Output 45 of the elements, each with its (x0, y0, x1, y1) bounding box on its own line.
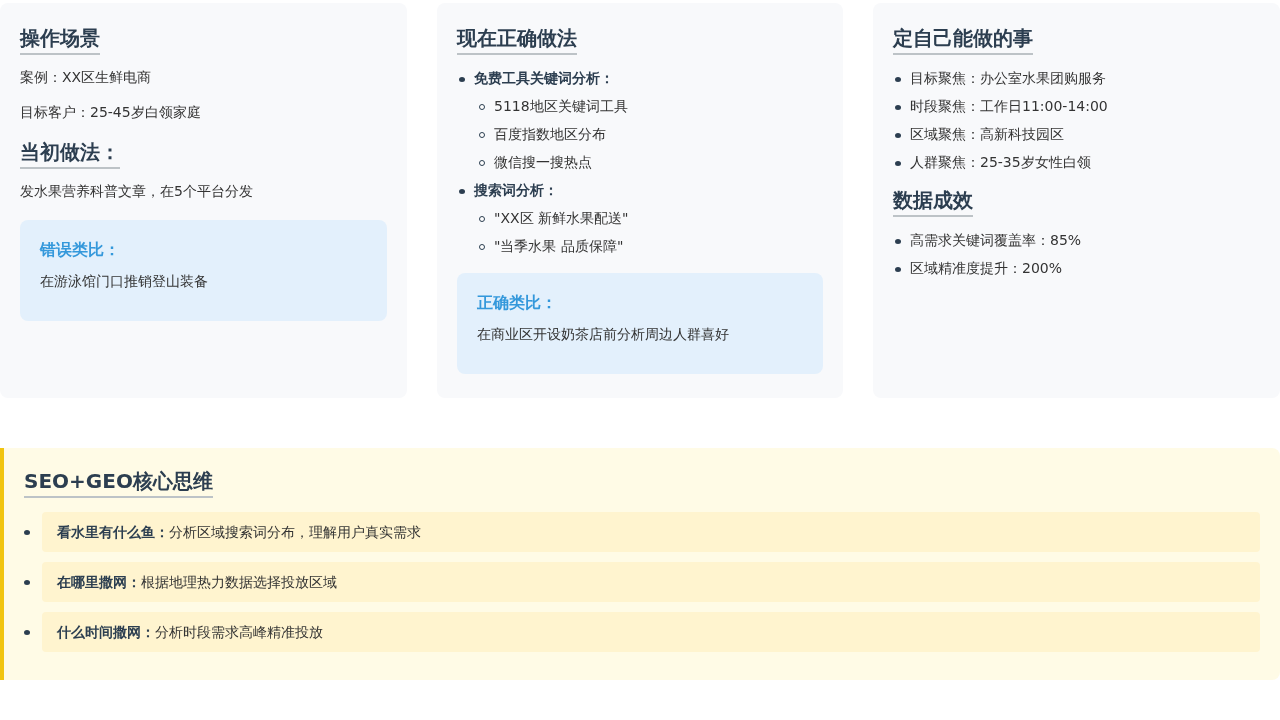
list-item: 人群聚焦：25-35岁女性白领 (910, 154, 1091, 172)
callout-text: 在游泳馆门口推销登山装备 (40, 273, 209, 291)
section-heading: 现在正确做法 (457, 25, 577, 55)
bullet-icon (479, 104, 485, 110)
bullet-icon (895, 76, 901, 82)
list-item: 区域聚焦：高新科技园区 (910, 126, 1064, 144)
list-item: 免费工具关键词分析： (474, 70, 614, 88)
bullet-icon (459, 188, 465, 194)
list-item: 5118地区关键词工具 (494, 98, 628, 116)
list-item: 区域精准度提升：200% (910, 260, 1063, 278)
principle-item: 在哪里撒网：根据地理热力数据选择投放区域 (42, 562, 1260, 602)
bullet-icon (479, 160, 485, 166)
section-heading: SEO+GEO核心思维 (24, 468, 213, 498)
principle-item: 什么时间撒网：分析时段需求高峰精准投放 (42, 612, 1260, 652)
paragraph: 目标客户：25-45岁白领家庭 (20, 104, 201, 121)
paragraph: 发水果营养科普文章，在5个平台分发 (20, 183, 253, 200)
bullet-icon (895, 266, 901, 272)
callout-title: 正确类比： (477, 293, 558, 314)
bullet-icon (479, 216, 485, 222)
principle-item: 看水里有什么鱼：分析区域搜索词分布，理解用户真实需求 (42, 512, 1260, 552)
bullet-icon (895, 160, 901, 166)
list-item: 百度指数地区分布 (494, 126, 606, 144)
bullet-icon (895, 132, 901, 138)
list-item: 目标聚焦：办公室水果团购服务 (910, 70, 1106, 88)
list-item: 搜索词分析： (474, 182, 558, 200)
list-item: "XX区 新鲜水果配送" (494, 210, 629, 228)
bullet-icon (479, 132, 485, 138)
list-item: "当季水果 品质保障" (494, 238, 624, 256)
section-heading: 定自己能做的事 (893, 25, 1033, 55)
callout-text: 在商业区开设奶茶店前分析周边人群喜好 (477, 326, 730, 344)
bullet-icon (459, 76, 465, 82)
list-item: 时段聚焦：工作日11:00-14:00 (910, 98, 1108, 116)
bullet-icon (24, 529, 30, 535)
list-item: 微信搜一搜热点 (494, 154, 592, 172)
bullet-icon (24, 579, 30, 585)
section-heading: 数据成效 (893, 187, 973, 217)
bullet-icon (24, 629, 30, 635)
bullet-icon (895, 104, 901, 110)
bullet-icon (479, 244, 485, 250)
section-heading: 操作场景 (20, 25, 100, 55)
section-heading: 当初做法： (20, 139, 120, 169)
bullet-icon (895, 238, 901, 244)
paragraph: 案例：XX区生鲜电商 (20, 69, 152, 86)
list-item: 高需求关键词覆盖率：85% (910, 232, 1082, 250)
callout-title: 错误类比： (40, 240, 121, 261)
